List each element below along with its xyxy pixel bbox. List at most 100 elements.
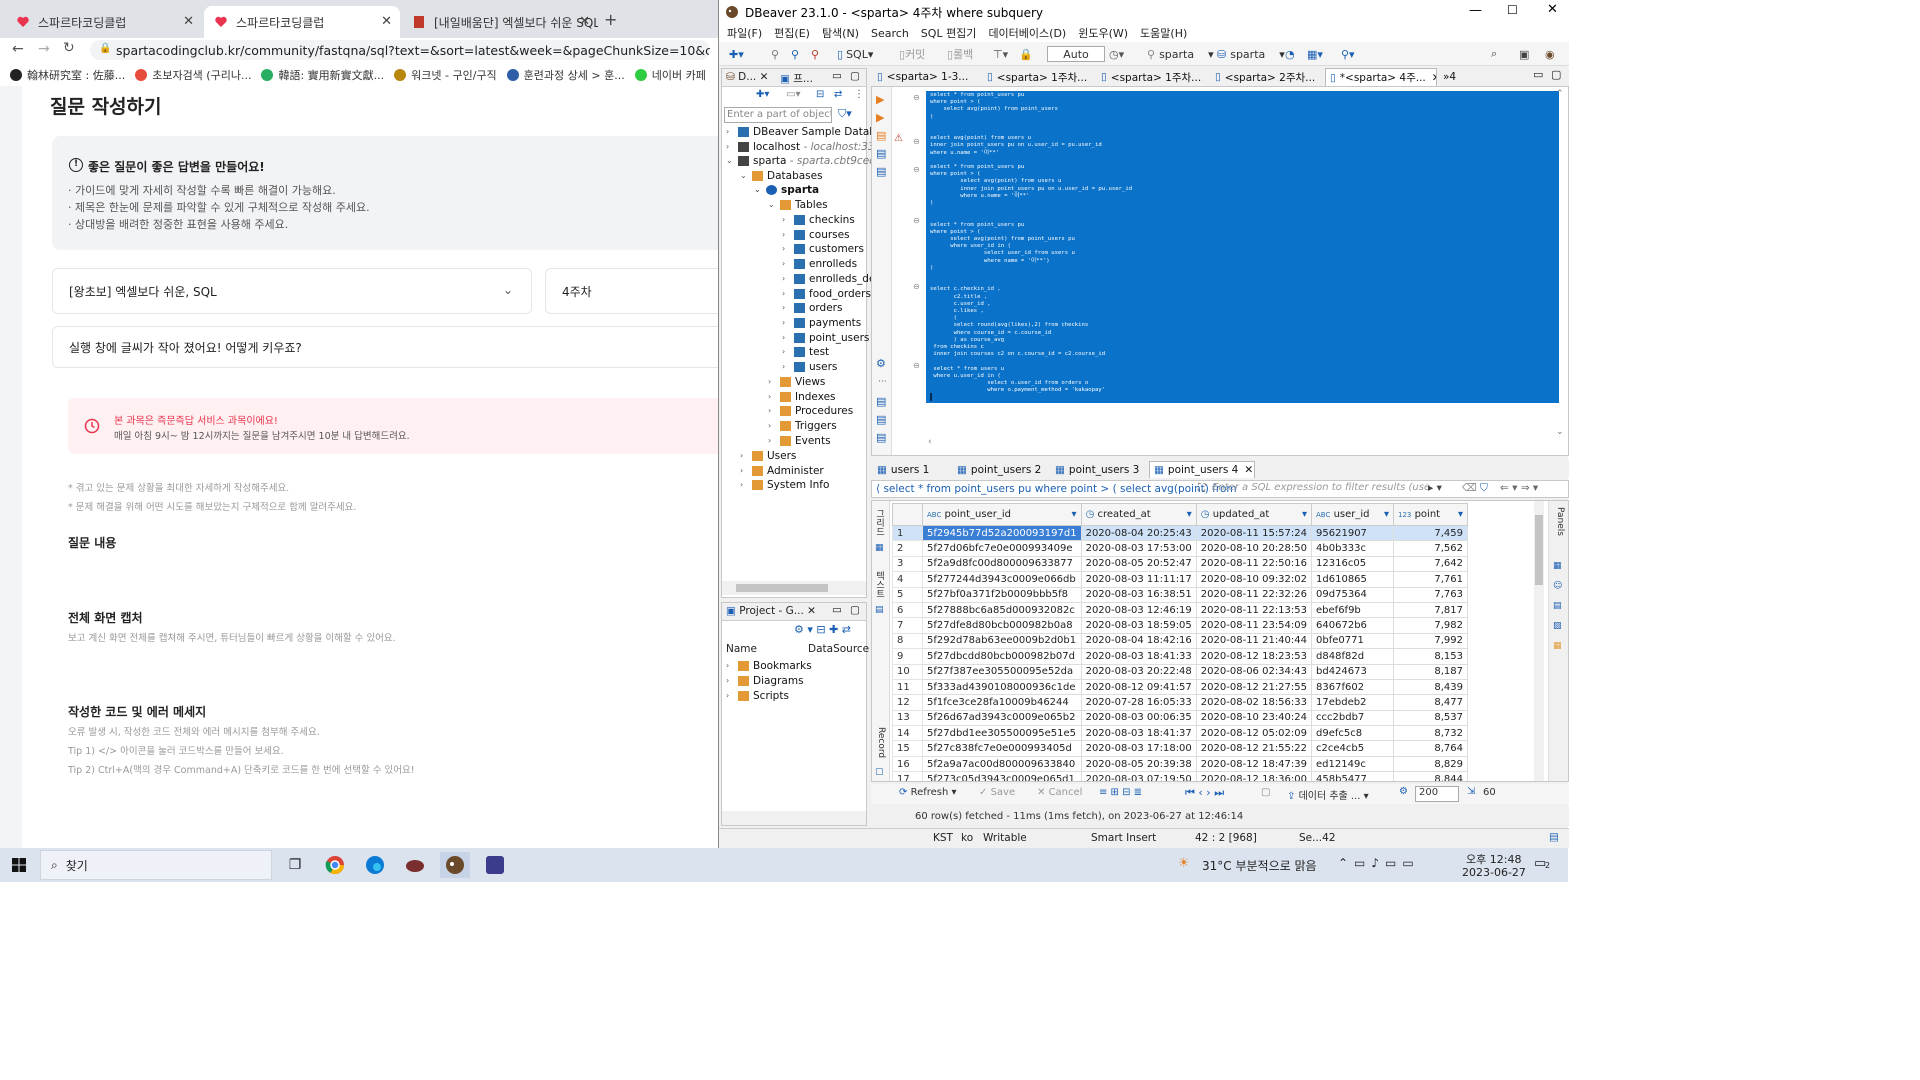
record-icon[interactable]: ▢ (875, 767, 884, 777)
navigator-filter-input[interactable]: Enter a part of object na (724, 107, 832, 123)
vscode-taskbar-icon[interactable] (480, 852, 510, 878)
table-row[interactable]: 8 5f292d78ab63ee0009b2d0b1 2020-08-04 18:4… (892, 632, 1469, 650)
save-button[interactable]: ✓ Save (979, 787, 1015, 798)
filter-icon[interactable]: ⛉▾ (838, 107, 852, 121)
horizontal-scrollbar[interactable] (722, 811, 866, 825)
settings-icon[interactable]: ⚙ (876, 357, 886, 370)
panel-icon[interactable]: ▨ (1553, 621, 1562, 631)
scrollbar-thumb[interactable] (1535, 515, 1543, 585)
tree-connection[interactable]: › localhost - localhost:330 (726, 140, 881, 154)
table-cell[interactable]: 5f292d78ab63ee0009b2d0b1 (922, 632, 1082, 650)
dbeaver-perspective-icon[interactable]: ◉ (1545, 46, 1555, 62)
nav-back-icon[interactable]: ⇐ ▾ ⇒ ▾ (1500, 482, 1538, 494)
menu-search[interactable]: Search (871, 27, 909, 40)
bookmark-item[interactable]: 워크넷 - 구인/구직 (394, 67, 497, 83)
clock-time[interactable]: 오후 12:48 (1466, 851, 1521, 867)
export-icon[interactable]: ▤ (876, 395, 886, 408)
table-cell[interactable]: 458b5477 (1311, 771, 1395, 781)
table-cell[interactable]: 5f1fce3ce28fa10009b46244 (922, 694, 1082, 711)
text-mode-label[interactable]: 텍스트 (874, 571, 886, 601)
table-cell[interactable]: 2020-08-11 21:40:44 (1195, 632, 1313, 650)
filter-icon[interactable]: ⛉ (1480, 482, 1488, 495)
table-cell[interactable]: 2020-08-11 22:50:16 (1195, 555, 1313, 573)
project-item-bookmarks[interactable]: › Bookmarks (726, 659, 812, 673)
table-cell[interactable]: 8367f602 (1311, 678, 1395, 696)
table-cell[interactable]: 7,459 (1393, 524, 1469, 542)
reconnect-icon[interactable]: ⚲ (791, 46, 799, 62)
table-cell[interactable]: 2020-08-11 15:57:24 (1195, 524, 1313, 542)
row-edit-icons[interactable]: ≡ ⊞ ⊟ ≣ (1099, 787, 1142, 798)
tab-database-navigator[interactable]: ⛁ D... ✕ (726, 71, 768, 83)
maximize-pane-icon[interactable]: ▢ (850, 70, 860, 82)
column-header[interactable]: ◷ updated_at ▾ (1195, 503, 1313, 526)
editor-tab-active[interactable]: ▯*<sparta> 4주...✕ (1325, 68, 1437, 86)
refresh-button[interactable]: ⟳ Refresh ▾ (899, 787, 957, 798)
column-header[interactable]: ABC user_id ▾ (1311, 503, 1395, 526)
scroll-left-icon[interactable]: ‹ (928, 437, 932, 447)
table-cell[interactable]: 2020-08-12 21:27:55 (1195, 678, 1313, 696)
table-cell[interactable]: 2020-08-12 05:02:09 (1195, 725, 1313, 742)
panels-label[interactable]: Panels (1553, 507, 1565, 551)
tree-table-item[interactable]: › users (782, 360, 837, 374)
address-bar[interactable]: 🔒 spartacodingclub.kr/community/fastqna/… (90, 40, 710, 60)
week-select[interactable]: 4주차 (545, 268, 718, 314)
table-cell[interactable]: 2020-08-12 09:41:57 (1080, 678, 1197, 696)
editor-tab[interactable]: ▯ <sparta> 1-3... (873, 68, 981, 86)
table-row[interactable]: 9 5f27dbcdd80bcb000982b07d 2020-08-03 18:4… (892, 648, 1469, 665)
result-tab[interactable]: ▦ users 1 (873, 461, 951, 478)
table-cell[interactable]: 8,537 (1393, 709, 1469, 727)
table-cell[interactable]: 5f333ad4390108000936c1de (922, 678, 1082, 696)
forward-icon[interactable]: → (38, 41, 50, 57)
table-row[interactable]: 6 5f27888bc6a85d000932082c 2020-08-03 12:4… (892, 601, 1469, 619)
menu-sql-editor[interactable]: SQL 편집기 (921, 25, 977, 41)
table-cell[interactable]: 2020-08-04 18:42:16 (1080, 632, 1197, 650)
tree-table-item[interactable]: › point_users (782, 331, 869, 345)
edge-taskbar-icon[interactable] (360, 852, 390, 878)
tree-table-item[interactable]: › enrolleds (782, 257, 857, 271)
tray-icons[interactable]: ⌃▭♪▭▭ (1338, 856, 1420, 870)
search-tool-icon[interactable]: ⚲▾ (1341, 46, 1355, 62)
table-cell[interactable]: 0bfe0771 (1311, 632, 1395, 650)
fold-icon[interactable]: ⊖ (913, 137, 920, 146)
table-cell[interactable]: 2020-08-03 07:19:50 (1080, 771, 1197, 781)
table-cell[interactable]: ed12149c (1311, 755, 1395, 773)
editor-hscroll[interactable]: ‹ (928, 437, 1548, 449)
export-data-button[interactable]: ⇪ 데이터 추출 ... ▾ (1287, 787, 1369, 802)
table-cell[interactable]: 5f27dbcdd80bcb000982b07d (922, 648, 1082, 665)
result-tab[interactable]: ▦ point_users 3 (1051, 461, 1147, 478)
tree-folder-item[interactable]: › Indexes (768, 390, 836, 404)
erase-filter-icon[interactable]: ⌫ (1462, 482, 1477, 494)
column-header[interactable]: 123 point ▾ (1393, 503, 1469, 526)
editor-tab[interactable]: ▯ <sparta> 1주차... (983, 68, 1095, 86)
bookmark-item[interactable]: 韓語: 實用新實文獻... (261, 67, 384, 83)
table-cell[interactable]: 2020-08-05 20:52:47 (1080, 555, 1197, 573)
code-selection-area[interactable]: select * from point_users pu where point … (926, 91, 1559, 403)
menu-edit[interactable]: 편집(E) (774, 25, 810, 41)
tree-table-item[interactable]: › orders (782, 301, 842, 315)
table-cell[interactable]: 2020-08-04 20:25:43 (1080, 524, 1197, 542)
table-cell[interactable]: 5f27dbd1ee305500095e51e5 (922, 725, 1082, 742)
close-tab-icon[interactable]: ✕ (579, 14, 590, 29)
close-tab-icon[interactable]: ✕ (183, 14, 194, 29)
table-cell[interactable]: 2020-08-10 20:28:50 (1195, 540, 1313, 557)
panel-icon[interactable]: ☺ (1553, 581, 1562, 591)
cancel-button[interactable]: ✕ Cancel (1037, 787, 1082, 798)
execute-script-icon[interactable]: ▶ (876, 111, 884, 124)
clock-date[interactable]: 2023-06-27 (1462, 866, 1526, 879)
tab-projects[interactable]: ▣ 프... (780, 71, 813, 86)
table-cell[interactable]: 640672b6 (1311, 617, 1395, 634)
table-cell[interactable]: 8,764 (1393, 740, 1469, 757)
text-icon[interactable]: ▤ (875, 605, 884, 615)
minimize-icon[interactable]: — (1469, 3, 1482, 18)
fold-icon[interactable]: ⊖ (913, 165, 920, 174)
rollback-button[interactable]: ▯ 롤백 (947, 46, 973, 62)
table-cell[interactable]: 5f2a9a7ac00d800009633840 (922, 755, 1082, 773)
table-cell[interactable]: 8,844 (1393, 771, 1469, 781)
table-row[interactable]: 1 5f2945b77d52a200093197d1 2020-08-04 20:2… (892, 524, 1469, 542)
more-icon[interactable]: ··· (878, 377, 887, 387)
tree-databases-folder[interactable]: ⌄ Databases (740, 169, 823, 183)
table-cell[interactable]: 5f27c838fc7e0e000993405d (922, 740, 1082, 757)
table-cell[interactable]: 5f27bf0a371f2b0009bbb5f8 (922, 586, 1082, 603)
tree-table-item[interactable]: › customers (782, 242, 864, 256)
course-select[interactable]: [왕초보] 엑셀보다 쉬운, SQL ⌄ (52, 268, 532, 314)
